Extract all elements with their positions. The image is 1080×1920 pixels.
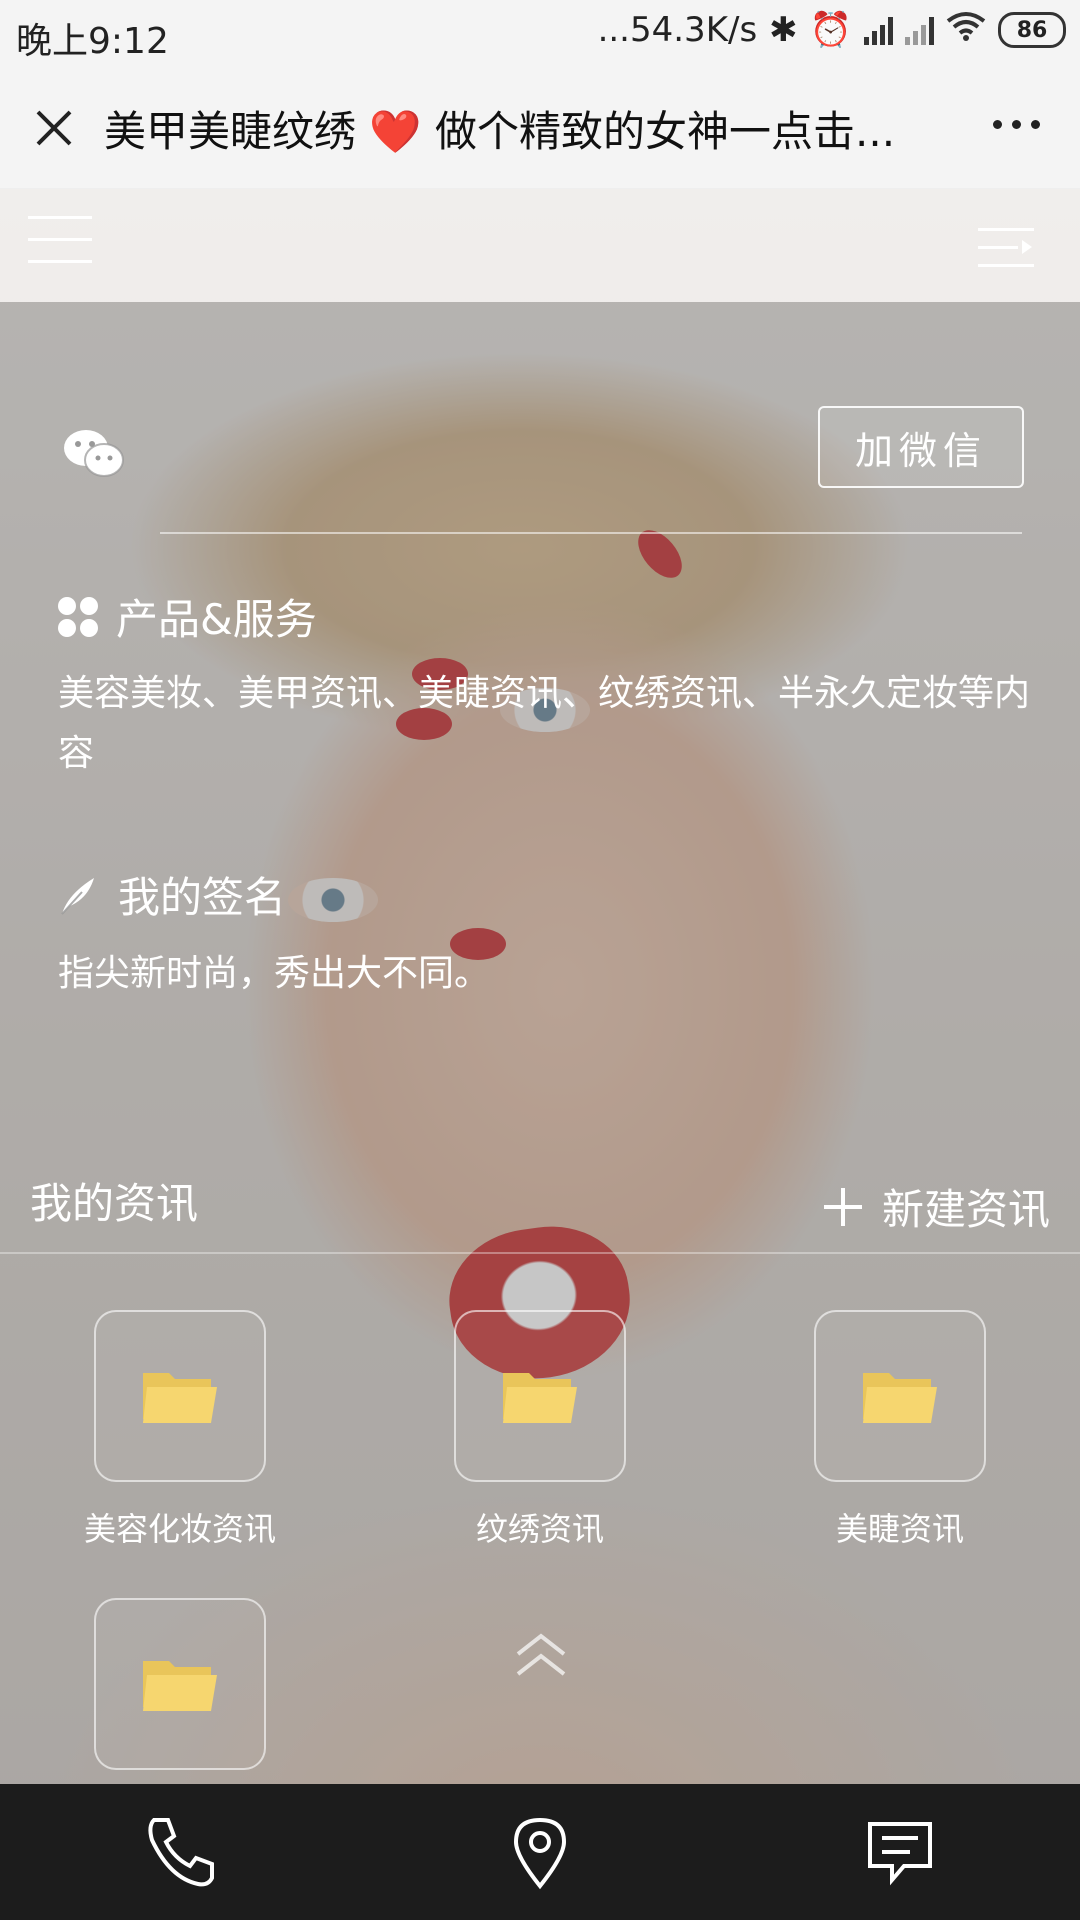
divider [160, 532, 1022, 534]
status-bar: 晚上9:12 ...54.3K/s ✱ ⏰ 86 [0, 0, 1080, 68]
products-title: 产品&服务 [116, 595, 317, 644]
battery-icon: 86 [998, 12, 1066, 48]
folder-label: 美睫资讯 [835, 1510, 964, 1548]
folder-label: 纹绣资讯 [475, 1510, 604, 1548]
signal-icon [905, 15, 934, 45]
feather-icon [61, 877, 94, 915]
hamburger-menu-icon[interactable] [28, 216, 92, 266]
folder-eyelash[interactable]: 美睫资讯 [750, 1310, 1050, 1550]
new-news-label: 新建资讯 [881, 1185, 1050, 1234]
status-icons: ...54.3K/s ✱ ⏰ 86 [598, 10, 1066, 50]
more-icon[interactable] [993, 120, 1040, 129]
wifi-icon [946, 10, 986, 50]
folder-icon [143, 1373, 217, 1423]
scroll-top-icon[interactable] [514, 1632, 568, 1678]
folder-box [94, 1310, 266, 1482]
signature-title: 我的签名 [118, 873, 287, 922]
status-time: 晚上9:12 [16, 21, 169, 62]
signature-section-title: 我的签名 [58, 864, 286, 925]
folder-box [94, 1598, 266, 1770]
folder-icon [863, 1373, 937, 1423]
title-bar: 美甲美睫纹绣 ❤️ 做个精致的女神一点击... [0, 68, 1080, 189]
network-speed: ...54.3K/s [597, 10, 758, 50]
folder-box [454, 1310, 626, 1482]
plus-icon [823, 1187, 862, 1226]
alarm-icon: ⏰ [809, 10, 852, 50]
list-menu-icon[interactable] [978, 226, 1034, 270]
message-icon[interactable] [860, 1812, 940, 1892]
site-nav [0, 188, 1080, 302]
clover-icon [58, 596, 98, 637]
bottom-bar [0, 1784, 1080, 1920]
signature-text: 指尖新时尚，秀出大不同。 [58, 953, 491, 994]
add-wechat-button[interactable]: 加微信 [818, 406, 1024, 488]
divider [0, 1252, 1080, 1254]
folder-icon [503, 1373, 577, 1423]
folder-label: 美容化妆资讯 [83, 1510, 276, 1548]
bluetooth-icon: ✱ [769, 10, 798, 50]
page-title: 美甲美睫纹绣 ❤️ 做个精致的女神一点击... [104, 107, 896, 156]
folder-box [814, 1310, 986, 1482]
folder-embroidery[interactable]: 纹绣资讯 [390, 1310, 690, 1550]
location-icon[interactable] [500, 1812, 580, 1892]
phone-icon[interactable] [140, 1812, 220, 1892]
hd-signal-icon [864, 15, 893, 45]
folder-icon [143, 1661, 217, 1711]
content-overlay [0, 302, 1080, 1784]
products-description: 美容美妆、美甲资讯、美睫资讯、纹绣资讯、半永久定妆等内容 [58, 673, 1031, 774]
new-news-button[interactable]: 新建资讯 [822, 1176, 1050, 1237]
news-section-title: 我的资讯 [30, 1179, 199, 1228]
wechat-icon [64, 430, 124, 477]
folder-item[interactable] [30, 1598, 330, 1792]
folder-beauty-makeup[interactable]: 美容化妆资讯 [30, 1310, 330, 1550]
close-icon[interactable] [30, 104, 78, 152]
products-section-title: 产品&服务 [58, 586, 317, 647]
